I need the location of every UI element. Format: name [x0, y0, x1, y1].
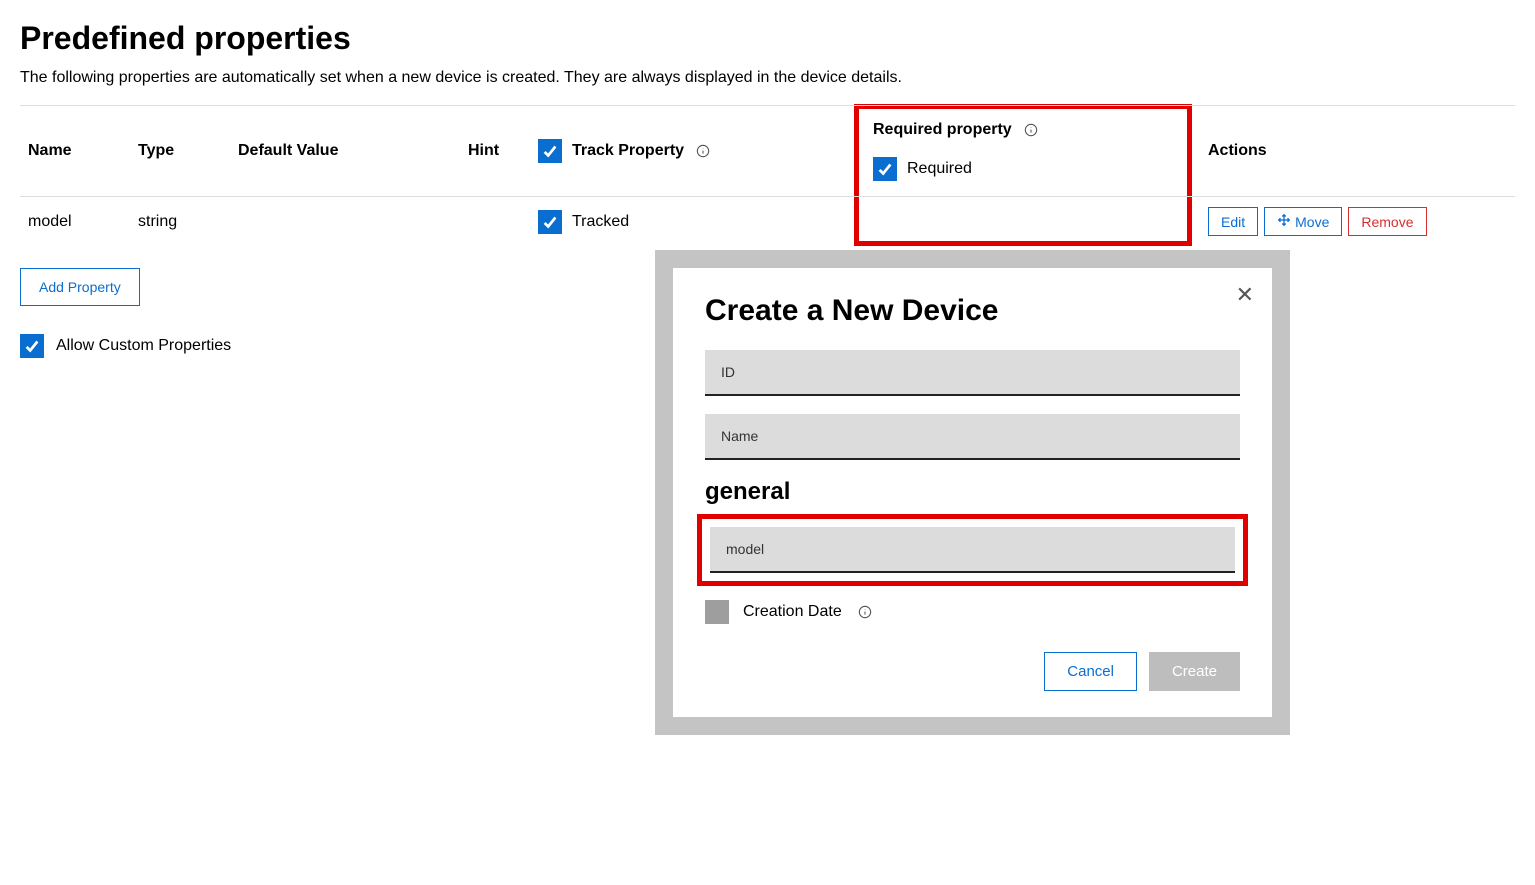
properties-table: Name Type Default Value Hint Track Prope…	[20, 105, 1515, 246]
cell-tracked: Tracked	[530, 197, 860, 247]
creation-date-checkbox[interactable]	[705, 600, 729, 624]
dialog-section-general: general	[705, 478, 1240, 506]
tracked-checkbox[interactable]	[538, 210, 562, 234]
tracked-label: Tracked	[572, 213, 629, 231]
id-field[interactable]: ID	[705, 350, 1240, 396]
required-label: Required	[907, 160, 972, 178]
add-property-button[interactable]: Add Property	[20, 268, 140, 306]
allow-custom-properties-checkbox[interactable]	[20, 334, 44, 358]
col-header-type: Type	[130, 106, 230, 197]
track-property-header-checkbox[interactable]	[538, 139, 562, 163]
col-header-hint: Hint	[460, 106, 530, 197]
cancel-button[interactable]: Cancel	[1044, 652, 1137, 691]
info-icon[interactable]	[1024, 123, 1038, 137]
info-icon[interactable]	[696, 144, 710, 158]
cell-type: string	[130, 197, 230, 247]
page-title: Predefined properties	[20, 20, 1515, 57]
create-device-dialog-overlay: ✕ Create a New Device ID Name general mo…	[655, 250, 1290, 735]
col-header-name: Name	[20, 106, 130, 197]
allow-custom-properties-label: Allow Custom Properties	[56, 337, 231, 355]
table-row: model string Tracked Edit	[20, 197, 1515, 247]
required-checkbox[interactable]	[873, 157, 897, 181]
remove-button[interactable]: Remove	[1348, 207, 1426, 236]
move-icon	[1277, 213, 1291, 230]
edit-button[interactable]: Edit	[1208, 207, 1258, 236]
info-icon[interactable]	[858, 605, 872, 619]
name-field-label: Name	[721, 428, 758, 444]
col-header-track-property: Track Property	[530, 106, 860, 197]
cell-name: model	[20, 197, 130, 247]
col-header-required-property-label: Required property	[873, 121, 1012, 139]
col-header-default-value: Default Value	[230, 106, 460, 197]
col-header-track-property-label: Track Property	[572, 142, 684, 160]
col-header-required-property: Required property Required	[860, 106, 1200, 197]
id-field-label: ID	[721, 364, 735, 380]
close-icon[interactable]: ✕	[1236, 282, 1254, 308]
col-header-actions: Actions	[1200, 106, 1515, 197]
create-button[interactable]: Create	[1149, 652, 1240, 691]
model-field-label: model	[726, 541, 764, 557]
move-button-label: Move	[1295, 214, 1329, 230]
model-field-highlight: model	[697, 514, 1248, 586]
cell-actions: Edit Move Remove	[1200, 197, 1515, 247]
model-field[interactable]: model	[710, 527, 1235, 573]
page-subtitle: The following properties are automatical…	[20, 69, 1515, 87]
create-device-dialog: ✕ Create a New Device ID Name general mo…	[673, 268, 1272, 717]
cell-hint	[460, 197, 530, 247]
dialog-title: Create a New Device	[705, 294, 1240, 328]
move-button[interactable]: Move	[1264, 207, 1342, 236]
name-field[interactable]: Name	[705, 414, 1240, 460]
cell-default-value	[230, 197, 460, 247]
creation-date-label: Creation Date	[743, 603, 842, 621]
